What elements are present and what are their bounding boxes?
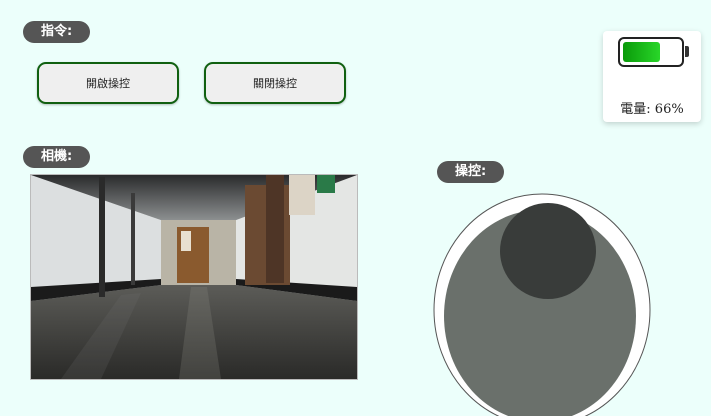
joystick-handle[interactable] xyxy=(500,203,596,299)
battery-icon xyxy=(618,37,684,67)
joystick[interactable] xyxy=(432,192,654,416)
battery-fill xyxy=(623,42,660,62)
open-control-button[interactable]: 開啟操控 xyxy=(37,62,179,104)
control-label: 操控: xyxy=(437,161,505,183)
camera-label: 相機: xyxy=(23,146,91,168)
battery-card: 電量: 66% xyxy=(603,31,701,122)
battery-tip xyxy=(685,46,689,57)
close-control-button[interactable]: 關閉操控 xyxy=(204,62,346,104)
battery-level-text: 電量: 66% xyxy=(620,102,684,117)
commands-label: 指令: xyxy=(23,21,91,43)
camera-feed xyxy=(30,174,358,380)
camera-image xyxy=(31,175,357,379)
